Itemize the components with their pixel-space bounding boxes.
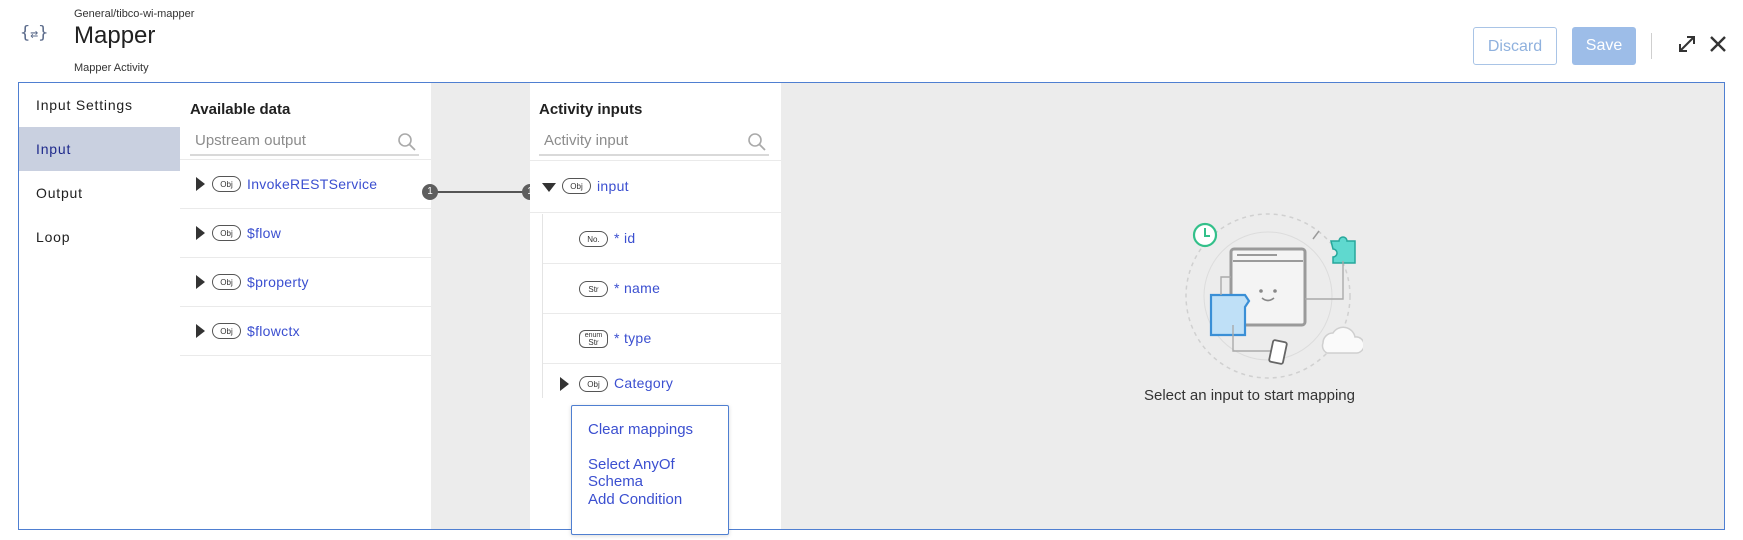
tree-row-type[interactable]: enum Str * type xyxy=(543,314,782,364)
tree-item-label[interactable]: $flowctx xyxy=(247,323,300,339)
menu-item-select-anyof-schema[interactable]: Select AnyOf Schema xyxy=(588,456,728,490)
tree-row-category[interactable]: Obj Category xyxy=(543,364,782,398)
expand-arrow-icon[interactable] xyxy=(196,275,205,289)
tree-row-input[interactable]: Obj input xyxy=(530,161,781,213)
available-data-pane: Available data Upstream output Obj Invok… xyxy=(180,83,431,529)
nav-item-output[interactable]: Output xyxy=(19,171,180,215)
context-menu: Clear mappings Select AnyOf Schema Add C… xyxy=(571,405,729,535)
collapse-arrow-icon[interactable] xyxy=(542,183,556,192)
nav-item-loop[interactable]: Loop xyxy=(19,215,180,259)
tree-row-property[interactable]: Obj $property xyxy=(180,258,431,307)
tree-row-name[interactable]: Str * name xyxy=(543,264,782,314)
nav-item-input[interactable]: Input xyxy=(19,127,180,171)
empty-state-caption: Select an input to start mapping xyxy=(1144,387,1355,404)
search-icon xyxy=(748,133,766,151)
tree-row-flow[interactable]: Obj $flow xyxy=(180,209,431,258)
expand-arrow-icon[interactable] xyxy=(196,324,205,338)
expand-arrow-icon[interactable] xyxy=(196,177,205,191)
search-icon xyxy=(398,133,416,151)
page-subtitle: Mapper Activity xyxy=(74,62,149,74)
obj-type-badge: Obj xyxy=(212,176,241,192)
header-divider xyxy=(1651,33,1652,59)
settings-nav: Input Settings Input Output Loop xyxy=(19,83,181,529)
mapping-gutter xyxy=(431,83,530,529)
enum-badge-bottom: Str xyxy=(588,338,599,347)
string-type-badge: Str xyxy=(579,281,608,297)
obj-type-badge: Obj xyxy=(562,178,591,194)
tree-item-label[interactable]: * id xyxy=(614,230,635,246)
expand-arrow-icon[interactable] xyxy=(196,226,205,240)
obj-type-badge: Obj xyxy=(212,323,241,339)
mapper-panel: Input Settings Input Output Loop Availab… xyxy=(18,82,1725,530)
tree-row-id[interactable]: No. * id xyxy=(543,214,782,264)
tree-item-label[interactable]: $property xyxy=(247,274,309,290)
tree-row-invokerestservice[interactable]: Obj InvokeRESTService xyxy=(180,160,431,209)
tree-item-label[interactable]: * name xyxy=(614,280,660,296)
mapping-count-badge-left: 1 xyxy=(422,184,438,200)
activity-search-input[interactable]: Activity input xyxy=(539,126,769,156)
tree-item-label[interactable]: input xyxy=(597,178,629,194)
save-button[interactable]: Save xyxy=(1572,27,1636,65)
upstream-search-input[interactable]: Upstream output xyxy=(190,126,419,156)
expand-icon[interactable] xyxy=(1676,33,1698,55)
breadcrumb: General/tibco-wi-mapper xyxy=(74,8,195,20)
tree-item-label[interactable]: Category xyxy=(614,375,673,391)
expand-arrow-icon[interactable] xyxy=(560,377,569,391)
discard-button[interactable]: Discard xyxy=(1473,27,1557,65)
mapping-editor-empty-state xyxy=(781,83,1724,529)
close-icon[interactable] xyxy=(1707,33,1729,55)
available-data-title: Available data xyxy=(190,101,291,118)
tree-item-label[interactable]: $flow xyxy=(247,225,281,241)
obj-type-badge: Obj xyxy=(579,376,608,392)
mapper-braces-icon: {⇄} xyxy=(20,23,49,43)
menu-item-clear-mappings[interactable]: Clear mappings xyxy=(588,421,693,438)
page-title: Mapper xyxy=(74,22,156,49)
nav-item-input-settings[interactable]: Input Settings xyxy=(19,83,180,127)
upstream-search-placeholder: Upstream output xyxy=(195,132,306,149)
activity-inputs-title: Activity inputs xyxy=(539,101,643,118)
tree-row-flowctx[interactable]: Obj $flowctx xyxy=(180,307,431,356)
enum-string-type-badge: enum Str xyxy=(579,330,608,348)
number-type-badge: No. xyxy=(579,231,608,247)
input-children: No. * id Str * name enum Str * type Obj C… xyxy=(542,214,782,398)
tree-item-label[interactable]: InvokeRESTService xyxy=(247,176,377,192)
menu-item-add-condition[interactable]: Add Condition xyxy=(588,491,682,508)
mapping-illustration xyxy=(1185,213,1363,379)
tree-item-label[interactable]: * type xyxy=(614,330,652,346)
obj-type-badge: Obj xyxy=(212,225,241,241)
activity-search-placeholder: Activity input xyxy=(544,132,629,149)
obj-type-badge: Obj xyxy=(212,274,241,290)
